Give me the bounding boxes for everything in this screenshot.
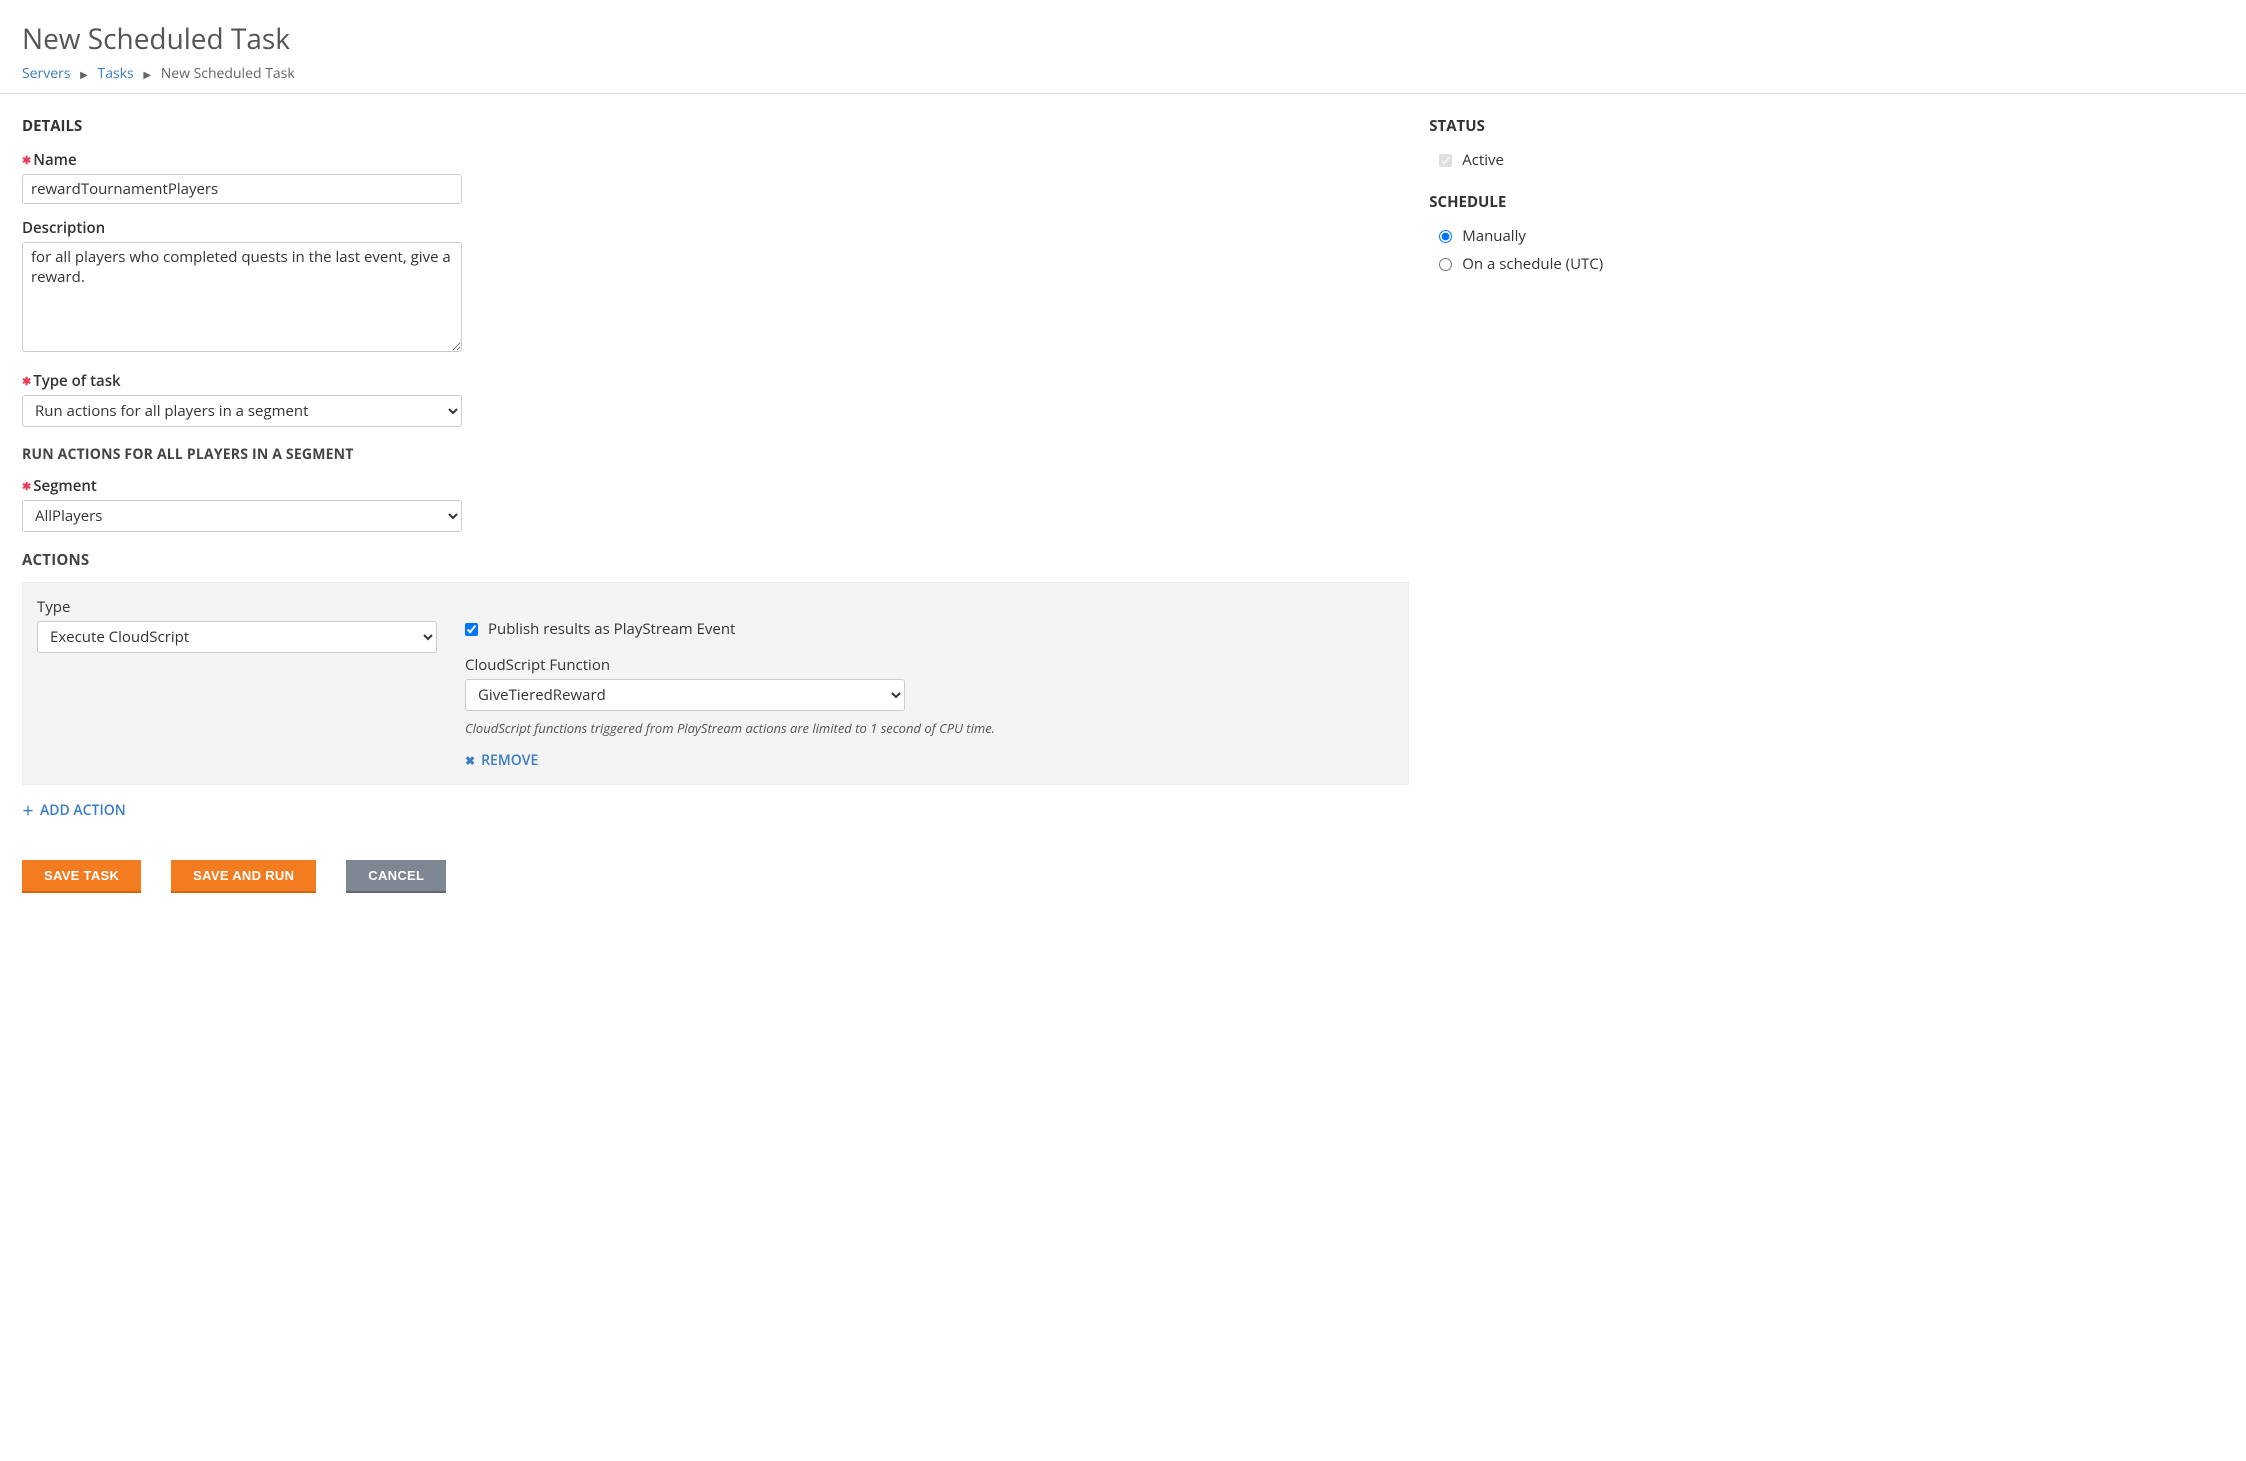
schedule-on-schedule-radio[interactable] bbox=[1439, 258, 1452, 271]
schedule-manually-radio[interactable] bbox=[1439, 230, 1452, 243]
schedule-manually-label: Manually bbox=[1462, 226, 1526, 246]
save-and-run-button[interactable]: SAVE AND RUN bbox=[171, 860, 316, 893]
add-action-button[interactable]: ＋ ADD ACTION bbox=[22, 801, 126, 820]
close-icon: ✖ bbox=[465, 752, 475, 769]
remove-action-label: REMOVE bbox=[481, 751, 538, 770]
segment-select[interactable]: AllPlayers bbox=[22, 500, 462, 532]
segment-label: Segment bbox=[22, 476, 1409, 496]
segment-section-heading: RUN ACTIONS FOR ALL PLAYERS IN A SEGMENT bbox=[22, 445, 1409, 464]
breadcrumb-tasks[interactable]: Tasks bbox=[98, 64, 134, 83]
action-type-select[interactable]: Execute CloudScript bbox=[37, 621, 437, 653]
active-checkbox[interactable] bbox=[1439, 154, 1452, 167]
breadcrumb-current: New Scheduled Task bbox=[161, 64, 295, 83]
type-of-task-select[interactable]: Run actions for all players in a segment bbox=[22, 395, 462, 427]
description-label: Description bbox=[22, 218, 1409, 238]
name-label: Name bbox=[22, 150, 1409, 170]
cloudscript-function-label: CloudScript Function bbox=[465, 655, 1394, 675]
breadcrumb-servers[interactable]: Servers bbox=[22, 64, 71, 83]
description-textarea[interactable]: for all players who completed quests in … bbox=[22, 242, 462, 352]
name-input[interactable] bbox=[22, 174, 462, 204]
schedule-on-schedule-label: On a schedule (UTC) bbox=[1462, 254, 1603, 274]
type-of-task-label: Type of task bbox=[22, 371, 1409, 391]
action-type-label: Type bbox=[37, 597, 437, 617]
cloudscript-function-select[interactable]: GiveTieredReward bbox=[465, 679, 905, 711]
cloudscript-helper-text: CloudScript functions triggered from Pla… bbox=[465, 719, 1394, 737]
action-card: Type Execute CloudScript Publish results… bbox=[22, 582, 1409, 785]
status-heading: STATUS bbox=[1429, 116, 2224, 136]
chevron-right-icon: ▶ bbox=[143, 67, 151, 81]
actions-heading: ACTIONS bbox=[22, 550, 1409, 570]
page-title: New Scheduled Task bbox=[22, 20, 2224, 58]
breadcrumb: Servers ▶ Tasks ▶ New Scheduled Task bbox=[22, 64, 2224, 83]
active-label: Active bbox=[1462, 150, 1504, 170]
save-task-button[interactable]: SAVE TASK bbox=[22, 860, 141, 893]
publish-results-checkbox[interactable] bbox=[465, 623, 478, 636]
plus-icon: ＋ bbox=[22, 802, 34, 819]
remove-action-button[interactable]: ✖ REMOVE bbox=[465, 751, 538, 770]
add-action-label: ADD ACTION bbox=[40, 801, 126, 820]
details-heading: DETAILS bbox=[22, 116, 1409, 136]
schedule-heading: SCHEDULE bbox=[1429, 192, 2224, 212]
chevron-right-icon: ▶ bbox=[80, 67, 88, 81]
cancel-button[interactable]: CANCEL bbox=[346, 860, 446, 893]
publish-results-label: Publish results as PlayStream Event bbox=[488, 619, 735, 639]
